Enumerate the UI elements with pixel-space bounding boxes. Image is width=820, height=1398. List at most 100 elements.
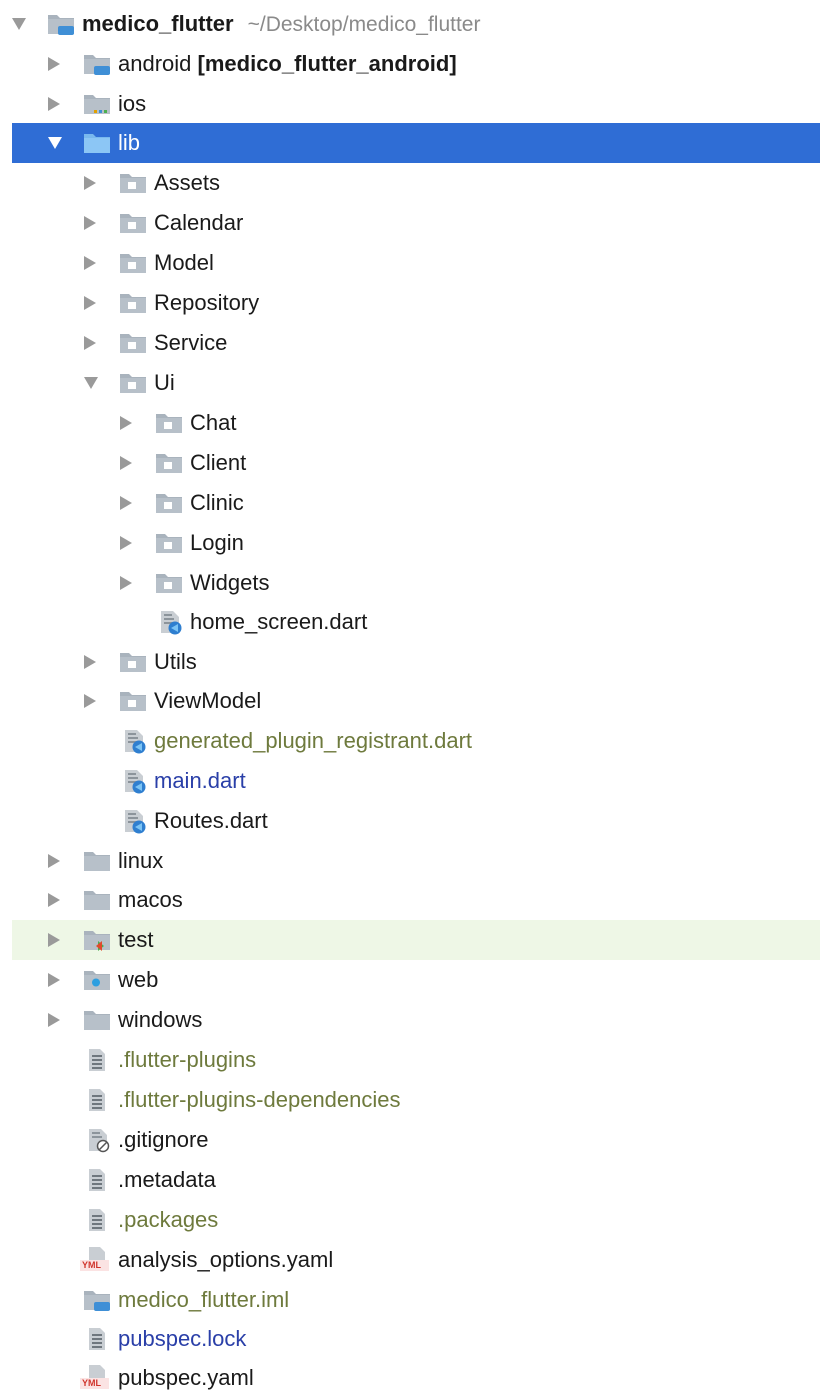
- ignore-file-icon: [84, 1127, 114, 1153]
- routes-label: Routes.dart: [154, 808, 268, 833]
- chevron-right-icon[interactable]: [84, 336, 96, 350]
- tree-row-packages[interactable]: .packages: [0, 1200, 820, 1240]
- chevron-right-icon[interactable]: [120, 536, 132, 550]
- android-module-label: [medico_flutter_android]: [197, 51, 457, 76]
- tree-row-assets[interactable]: Assets: [0, 163, 820, 203]
- pubspec-lock-label: pubspec.lock: [118, 1326, 247, 1351]
- package-folder-icon: [118, 290, 148, 316]
- tree-row-root[interactable]: medico_flutter ~/Desktop/medico_flutter: [0, 4, 820, 44]
- text-file-icon: [82, 1167, 112, 1193]
- package-folder-icon: [118, 330, 148, 356]
- package-folder-icon: [118, 210, 148, 236]
- tree-row-windows[interactable]: windows: [0, 1000, 820, 1040]
- chevron-right-icon[interactable]: [84, 296, 96, 310]
- tree-row-gitignore[interactable]: .gitignore: [0, 1120, 820, 1160]
- package-folder-icon: [118, 649, 148, 675]
- tree-row-flutter-plugins[interactable]: .flutter-plugins: [0, 1040, 820, 1080]
- linux-label: linux: [118, 848, 164, 873]
- text-file-icon: [82, 1047, 112, 1073]
- chevron-right-icon[interactable]: [48, 97, 60, 111]
- chevron-right-icon[interactable]: [48, 1013, 60, 1027]
- package-folder-icon: [118, 370, 148, 396]
- dart-file-icon: [120, 768, 150, 794]
- tree-row-test[interactable]: test: [12, 920, 820, 960]
- tree-row-login[interactable]: Login: [0, 523, 820, 563]
- tree-row-iml[interactable]: medico_flutter.iml: [0, 1280, 820, 1320]
- flutter-plugins-deps-label: .flutter-plugins-dependencies: [118, 1087, 401, 1112]
- chevron-right-icon[interactable]: [48, 854, 60, 868]
- tree-row-chat[interactable]: Chat: [0, 403, 820, 443]
- tree-row-client[interactable]: Client: [0, 443, 820, 483]
- package-folder-icon: [154, 530, 184, 556]
- windows-label: windows: [118, 1007, 203, 1032]
- yaml-file-icon: YML: [80, 1246, 112, 1274]
- tree-row-clinic[interactable]: Clinic: [0, 483, 820, 523]
- project-tree: medico_flutter ~/Desktop/medico_flutter a…: [0, 0, 820, 1398]
- text-file-icon: [82, 1326, 112, 1352]
- main-label: main.dart: [154, 768, 246, 793]
- test-folder-icon: [82, 927, 112, 953]
- login-label: Login: [190, 530, 244, 555]
- chevron-down-icon[interactable]: [48, 137, 62, 149]
- tree-row-generated-plugin[interactable]: generated_plugin_registrant.dart: [0, 721, 820, 761]
- chevron-down-icon[interactable]: [12, 18, 26, 30]
- tree-row-service[interactable]: Service: [0, 323, 820, 363]
- utils-label: Utils: [154, 649, 197, 674]
- chevron-down-icon[interactable]: [84, 377, 98, 389]
- folder-icon: [82, 1007, 112, 1033]
- chevron-right-icon[interactable]: [84, 694, 96, 708]
- tree-row-linux[interactable]: linux: [0, 841, 820, 881]
- tree-row-home-screen[interactable]: home_screen.dart: [0, 602, 820, 642]
- model-label: Model: [154, 250, 214, 275]
- tree-row-routes[interactable]: Routes.dart: [0, 801, 820, 841]
- chevron-right-icon[interactable]: [120, 416, 132, 430]
- chevron-right-icon[interactable]: [120, 496, 132, 510]
- gitignore-label: .gitignore: [118, 1127, 209, 1152]
- tree-row-ui[interactable]: Ui: [0, 363, 820, 403]
- yaml-file-icon: YML: [80, 1364, 112, 1392]
- generated-plugin-label: generated_plugin_registrant.dart: [154, 728, 473, 753]
- tree-row-analysis-options[interactable]: YML analysis_options.yaml: [0, 1240, 820, 1280]
- text-file-icon: [82, 1207, 112, 1233]
- tree-row-model[interactable]: Model: [0, 243, 820, 283]
- package-folder-icon: [154, 410, 184, 436]
- tree-row-widgets[interactable]: Widgets: [0, 563, 820, 603]
- chevron-right-icon[interactable]: [84, 216, 96, 230]
- dart-file-icon: [120, 808, 150, 834]
- tree-row-ios[interactable]: ios: [0, 84, 820, 124]
- tree-row-main[interactable]: main.dart: [0, 761, 820, 801]
- tree-row-pubspec-yaml[interactable]: YML pubspec.yaml: [0, 1358, 820, 1398]
- tree-row-lib[interactable]: lib: [12, 123, 820, 163]
- package-folder-icon: [154, 570, 184, 596]
- text-file-icon: [82, 1087, 112, 1113]
- dart-file-icon: [156, 609, 186, 635]
- root-name: medico_flutter: [82, 10, 234, 36]
- chevron-right-icon[interactable]: [120, 456, 132, 470]
- tree-row-metadata[interactable]: .metadata: [0, 1160, 820, 1200]
- home-screen-label: home_screen.dart: [190, 609, 368, 634]
- iml-label: medico_flutter.iml: [118, 1287, 290, 1312]
- chevron-right-icon[interactable]: [120, 576, 132, 590]
- chevron-right-icon[interactable]: [48, 933, 60, 947]
- chevron-right-icon[interactable]: [48, 893, 60, 907]
- tree-row-macos[interactable]: macos: [0, 880, 820, 920]
- chat-label: Chat: [190, 410, 237, 435]
- flutter-plugins-label: .flutter-plugins: [118, 1047, 257, 1072]
- chevron-right-icon[interactable]: [84, 256, 96, 270]
- yml-badge: YML: [82, 1260, 101, 1270]
- tree-row-utils[interactable]: Utils: [0, 642, 820, 682]
- tree-row-calendar[interactable]: Calendar: [0, 203, 820, 243]
- metadata-label: .metadata: [118, 1167, 216, 1192]
- tree-row-pubspec-lock[interactable]: pubspec.lock: [0, 1319, 820, 1359]
- tree-row-viewmodel[interactable]: ViewModel: [0, 681, 820, 721]
- client-label: Client: [190, 450, 247, 475]
- chevron-right-icon[interactable]: [84, 176, 96, 190]
- tree-row-android[interactable]: android [medico_flutter_android]: [0, 44, 820, 84]
- chevron-right-icon[interactable]: [84, 655, 96, 669]
- tree-row-flutter-plugins-deps[interactable]: .flutter-plugins-dependencies: [0, 1080, 820, 1120]
- tree-row-web[interactable]: web: [0, 960, 820, 1000]
- chevron-right-icon[interactable]: [48, 57, 60, 71]
- package-folder-icon: [154, 490, 184, 516]
- tree-row-repository[interactable]: Repository: [0, 283, 820, 323]
- chevron-right-icon[interactable]: [48, 973, 60, 987]
